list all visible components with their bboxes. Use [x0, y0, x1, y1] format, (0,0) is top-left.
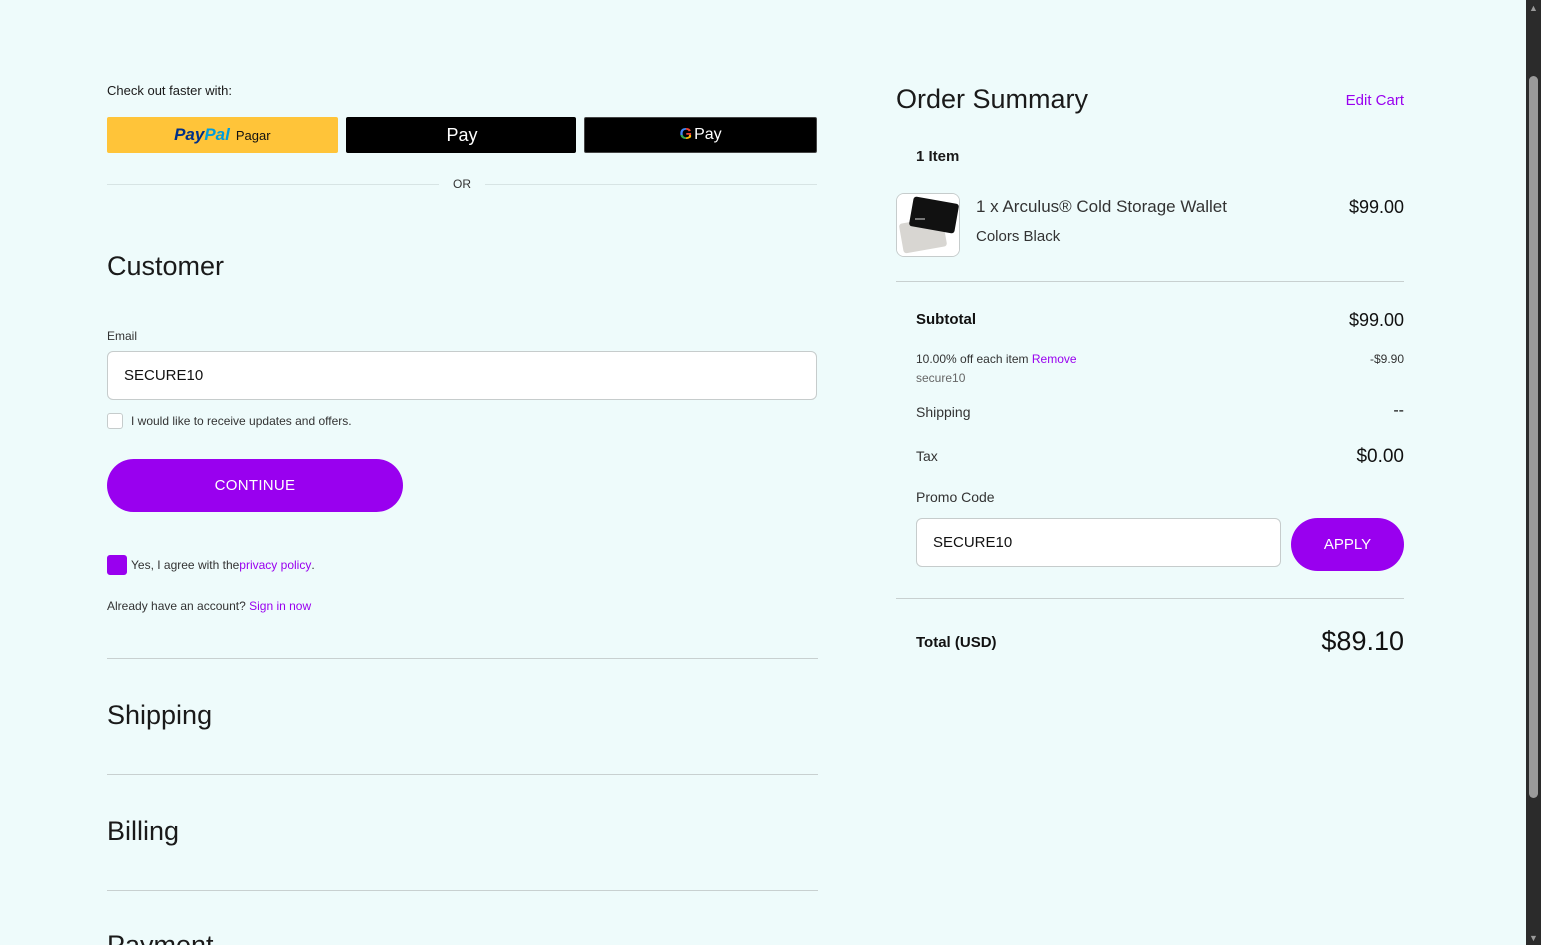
- updates-checkbox-row: I would like to receive updates and offe…: [107, 413, 352, 429]
- shipping-label: Shipping: [916, 404, 971, 420]
- google-g-icon: G: [679, 126, 693, 143]
- section-divider: [107, 890, 818, 891]
- sign-in-prompt: Already have an account? Sign in now: [107, 599, 311, 613]
- sign-in-link[interactable]: Sign in now: [249, 599, 311, 613]
- discount-code: secure10: [916, 371, 966, 385]
- summary-divider: [896, 281, 1404, 282]
- updates-checkbox[interactable]: [107, 413, 123, 429]
- paypal-button[interactable]: Pay Pal Pagar: [107, 117, 338, 153]
- privacy-checkbox[interactable]: [107, 555, 127, 575]
- customer-heading: Customer: [107, 251, 225, 281]
- shipping-heading[interactable]: Shipping: [107, 700, 212, 731]
- wallet-card-icon: [897, 194, 959, 256]
- subtotal-value: $99.00: [1348, 310, 1404, 330]
- tax-label: Tax: [916, 448, 938, 464]
- items-count: 1 Item: [916, 148, 960, 165]
- privacy-suffix: .: [311, 558, 315, 572]
- wallet-buttons: Pay Pal Pagar Pay G Pay: [107, 117, 818, 153]
- privacy-policy-link[interactable]: privacy policy: [239, 558, 311, 572]
- remove-discount-link[interactable]: Remove: [1032, 352, 1077, 366]
- promo-code-input[interactable]: [916, 518, 1281, 567]
- total-value: $89.10: [1321, 626, 1404, 656]
- apple-pay-label: Pay: [446, 124, 478, 145]
- item-price: $99.00: [1348, 197, 1404, 217]
- scrollbar-thumb[interactable]: [1529, 76, 1538, 798]
- edit-cart-link[interactable]: Edit Cart: [1346, 92, 1404, 109]
- google-pay-button[interactable]: G Pay: [584, 117, 818, 153]
- discount-row: 10.00% off each item Remove: [916, 352, 1077, 366]
- total-label: Total (USD): [916, 634, 997, 651]
- summary-divider: [896, 598, 1404, 599]
- scroll-down-arrow-icon[interactable]: ▼: [1526, 930, 1541, 945]
- google-pay-label: Pay: [694, 126, 722, 143]
- apple-pay-button[interactable]: Pay: [345, 117, 577, 153]
- scroll-up-arrow-icon[interactable]: ▲: [1526, 0, 1541, 15]
- item-options: Colors Black: [976, 228, 1061, 245]
- payment-heading[interactable]: Payment: [107, 930, 214, 945]
- checkout-page: Check out faster with: Pay Pal Pagar Pay …: [0, 0, 1526, 945]
- item-name: 1 x Arculus® Cold Storage Wallet: [976, 197, 1227, 216]
- updates-label: I would like to receive updates and offe…: [131, 414, 352, 428]
- paypal-logo-pay: Pay: [174, 125, 205, 144]
- account-prefix: Already have an account?: [107, 599, 250, 613]
- page-scrollbar[interactable]: ▲ ▼: [1526, 0, 1541, 945]
- promo-code-label: Promo Code: [916, 489, 995, 505]
- email-label: Email: [107, 329, 138, 343]
- continue-button[interactable]: CONTINUE: [107, 459, 403, 512]
- or-divider: OR: [107, 176, 817, 192]
- shipping-value: --: [1393, 402, 1404, 419]
- tax-value: $0.00: [1356, 446, 1404, 467]
- paypal-logo-pal: Pal: [204, 125, 230, 144]
- checkout-faster-label: Check out faster with:: [107, 83, 232, 98]
- discount-value: -$9.90: [1369, 352, 1404, 366]
- or-line-right: [485, 183, 817, 185]
- discount-label: 10.00% off each item: [916, 352, 1032, 366]
- paypal-pagar-label: Pagar: [235, 127, 271, 143]
- subtotal-label: Subtotal: [916, 311, 976, 328]
- or-line-left: [107, 183, 439, 185]
- email-field[interactable]: [107, 351, 817, 400]
- privacy-checkbox-row: Yes, I agree with the privacy policy .: [107, 555, 315, 575]
- order-summary-title: Order Summary: [896, 84, 1089, 114]
- or-label: OR: [453, 177, 471, 191]
- billing-heading[interactable]: Billing: [107, 816, 179, 847]
- section-divider: [107, 774, 818, 775]
- section-divider: [107, 658, 818, 659]
- product-thumbnail: [896, 193, 960, 257]
- apply-promo-button[interactable]: APPLY: [1291, 518, 1404, 571]
- privacy-prefix: Yes, I agree with the: [131, 558, 240, 572]
